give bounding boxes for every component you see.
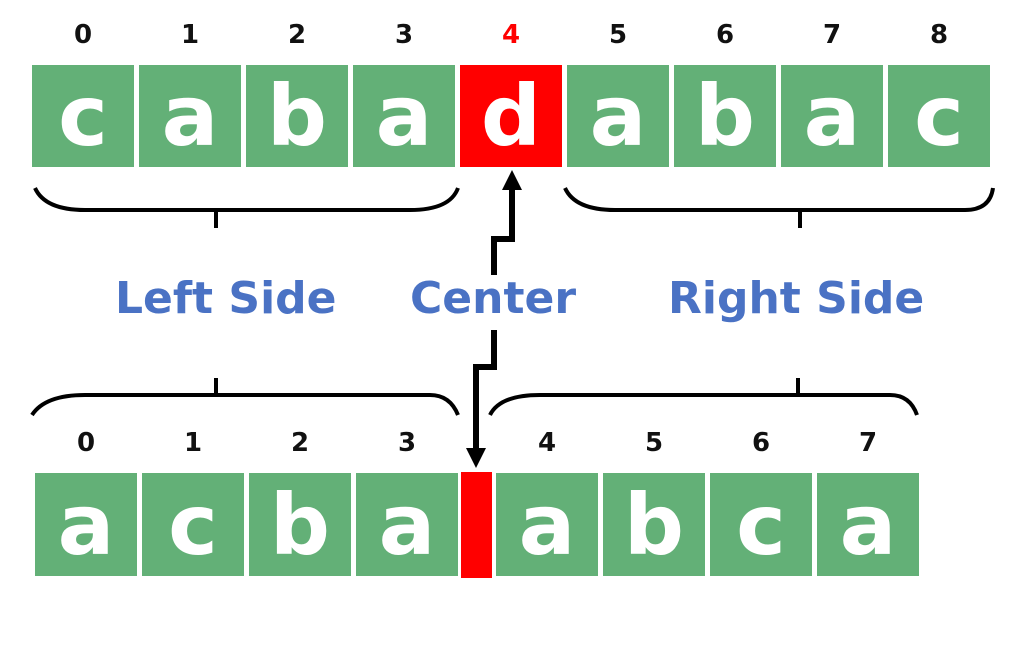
right-side-brace-top	[563, 187, 995, 212]
left-side-label: Left Side	[115, 273, 337, 324]
right-side-label: Right Side	[668, 273, 925, 324]
arrow-down-head	[466, 448, 486, 468]
left-side-brace-top	[33, 187, 460, 212]
arrow-down-line	[473, 330, 497, 450]
left-side-brace-bottom	[30, 393, 460, 417]
right-side-brace-bottom	[488, 393, 919, 417]
arrow-up-line	[491, 185, 515, 275]
center-label: Center	[410, 273, 577, 324]
arrow-up-head	[502, 170, 522, 190]
